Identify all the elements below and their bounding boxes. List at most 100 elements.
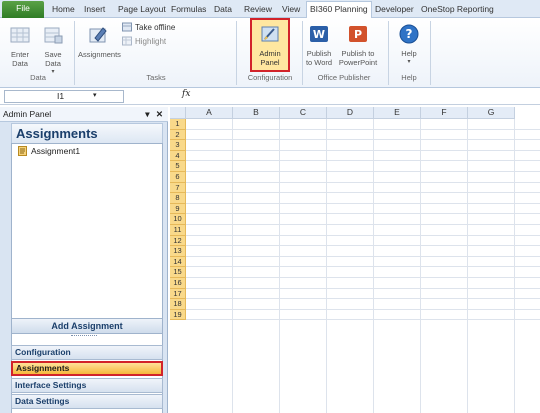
ribbon: Enter Data Save Data ▾ Data Assignments … (0, 18, 540, 88)
row-header-19[interactable]: 19 (170, 309, 186, 321)
take-offline-icon (122, 22, 132, 32)
grid-line (186, 192, 540, 194)
column-header-e[interactable]: E (374, 107, 421, 119)
help-dropdown-icon: ▾ (407, 59, 411, 65)
function-icon[interactable]: fx (182, 89, 190, 99)
select-all-corner[interactable] (170, 107, 186, 119)
column-header-c[interactable]: C (280, 107, 327, 119)
row-header-12[interactable]: 12 (170, 235, 186, 247)
word-icon: W (310, 26, 328, 42)
publish-to-powerpoint-button[interactable]: P Publish to PowerPoint (335, 23, 381, 67)
row-header-8[interactable]: 8 (170, 193, 186, 204)
tab-onestop-reporting[interactable]: OneStop Reporting (421, 2, 494, 18)
row-header-11[interactable]: 11 (170, 225, 186, 236)
tree-item-assignment1[interactable]: Assignment1 (18, 146, 80, 156)
nav-interface-settings[interactable]: Interface Settings (11, 378, 163, 393)
grid-line (186, 128, 540, 130)
grid-line (186, 224, 540, 225)
row-header-1[interactable]: 1 (170, 119, 186, 130)
splitter-grip[interactable] (71, 335, 97, 338)
assignments-icon (89, 27, 107, 43)
column-header-d[interactable]: D (327, 107, 374, 119)
row-header-16[interactable]: 16 (170, 278, 186, 289)
grid-line (186, 245, 540, 247)
highlight-button[interactable]: Highlight (122, 36, 166, 46)
grid-line (186, 319, 540, 321)
row-header-9[interactable]: 9 (170, 203, 186, 215)
panel-menu-icon[interactable]: ▾ (145, 109, 149, 119)
grid-line (186, 202, 540, 204)
row-header-13[interactable]: 13 (170, 246, 186, 257)
grid-line (186, 213, 540, 215)
grid-line (186, 149, 540, 151)
grid-line (186, 139, 540, 141)
row-header-2[interactable]: 2 (170, 129, 186, 141)
group-separator (430, 21, 431, 85)
formula-bar: I1 ▾ fx (0, 88, 540, 105)
assignments-button[interactable]: Assignments (78, 24, 121, 59)
help-icon: ? (399, 24, 419, 44)
svg-text:P: P (354, 28, 362, 41)
group-separator (74, 21, 75, 85)
row-header-14[interactable]: 14 (170, 256, 186, 268)
grid-line (186, 181, 540, 183)
tab-insert[interactable]: Insert (84, 2, 105, 18)
office-publisher-group-label: Office Publisher (317, 73, 371, 82)
tab-page-layout[interactable]: Page Layout (118, 2, 166, 18)
row-header-17[interactable]: 17 (170, 288, 186, 300)
row-header-10[interactable]: 10 (170, 214, 186, 225)
tab-developer[interactable]: Developer (375, 2, 414, 18)
tasks-group-label: Tasks (146, 73, 166, 82)
nav-data-settings[interactable]: Data Settings (11, 394, 163, 409)
row-header-7[interactable]: 7 (170, 182, 186, 194)
row-header-5[interactable]: 5 (170, 161, 186, 172)
highlight-icon (122, 36, 132, 46)
tab-view[interactable]: View (282, 2, 300, 18)
panel-header: Admin Panel ▾ ✕ (0, 107, 168, 122)
row-header-15[interactable]: 15 (170, 267, 186, 278)
worksheet-grid[interactable]: A B C D E F G 1 2 3 4 5 6 7 8 9 10 11 12 13 14 15 16 17 18 19 (170, 107, 540, 413)
close-icon[interactable]: ✕ (156, 109, 163, 119)
column-header-f[interactable]: F (421, 107, 468, 119)
panel-header-title: Admin Panel (3, 109, 52, 119)
admin-panel-button[interactable]: Admin Panel (252, 23, 288, 67)
tab-formulas[interactable]: Formulas (171, 2, 206, 18)
svg-text:W: W (313, 28, 325, 41)
nav-configuration[interactable]: Configuration (11, 345, 163, 360)
column-header-b[interactable]: B (233, 107, 280, 119)
enter-data-icon (10, 27, 30, 43)
row-header-18[interactable]: 18 (170, 299, 186, 310)
row-header-3[interactable]: 3 (170, 140, 186, 151)
admin-panel: Admin Panel ▾ ✕ Assignments Assignment1 … (0, 107, 168, 413)
tab-bi360-planning[interactable]: BI360 Planning (306, 1, 372, 18)
publish-to-word-button[interactable]: W Publish to Word (303, 23, 335, 67)
tab-file[interactable]: File (2, 1, 44, 18)
grid-line (186, 298, 540, 300)
column-header-g[interactable]: G (468, 107, 515, 119)
grid-line (186, 255, 540, 257)
enter-data-button[interactable]: Enter Data (4, 24, 36, 68)
name-box-dropdown-icon[interactable]: ▾ (93, 91, 97, 99)
grid-line (186, 171, 540, 172)
panel-controls: ▾ ✕ (145, 107, 163, 121)
row-header-6[interactable]: 6 (170, 172, 186, 183)
grid-line (186, 287, 540, 289)
grid-line (186, 266, 540, 268)
column-header-a[interactable]: A (186, 107, 233, 119)
configuration-group-label: Configuration (247, 73, 293, 82)
tab-home[interactable]: Home (52, 2, 75, 18)
help-group-label: Help (401, 73, 417, 82)
nav-assignments[interactable]: Assignments (11, 361, 163, 376)
tab-review[interactable]: Review (244, 2, 272, 18)
admin-panel-icon (261, 26, 279, 42)
name-box[interactable]: I1 (4, 90, 124, 103)
help-button[interactable]: ? Help ▾ (394, 23, 424, 67)
tab-data[interactable]: Data (214, 2, 232, 18)
take-offline-button[interactable]: Take offline (122, 22, 175, 32)
group-separator (236, 21, 237, 85)
row-header-4[interactable]: 4 (170, 150, 186, 162)
add-assignment-button[interactable]: Add Assignment (11, 318, 163, 334)
save-data-icon (44, 27, 63, 44)
save-data-button[interactable]: Save Data ▾ (36, 24, 70, 77)
ribbon-tabs: File Home Insert Page Layout Formulas Da… (0, 0, 540, 18)
